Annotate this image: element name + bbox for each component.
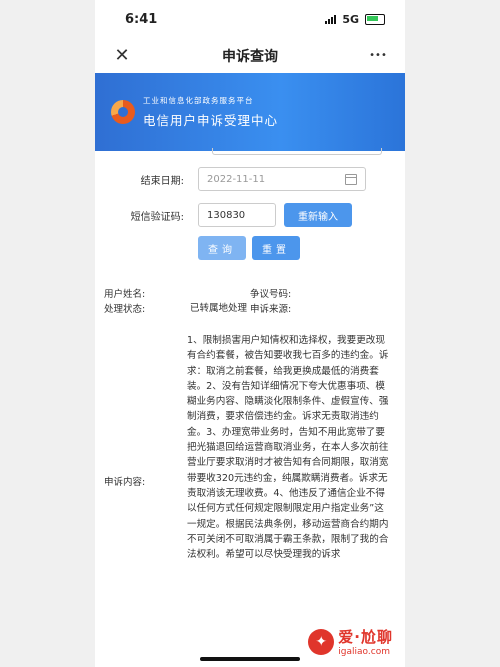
status-indicators: 5G <box>325 13 385 26</box>
watermark-logo-icon: ✦ <box>308 628 335 655</box>
user-name-label: 用户姓名: <box>104 289 146 300</box>
header-banner: 工业和信息化部政务服务平台 电信用户申诉受理中心 <box>95 73 405 151</box>
start-date-field-edge[interactable] <box>212 148 382 155</box>
banner-subtitle: 工业和信息化部政务服务平台 <box>143 96 254 105</box>
banner-text: 工业和信息化部政务服务平台 电信用户申诉受理中心 <box>143 95 278 129</box>
source-label: 申诉来源: <box>250 304 292 315</box>
nav-bar: ✕ 申诉查询 ••• <box>95 38 405 73</box>
status-time: 6:41 <box>125 11 158 27</box>
sms-code-row: 短信验证码: 130830 重新输入 <box>95 198 405 232</box>
ministry-logo <box>111 100 135 124</box>
calendar-icon[interactable] <box>345 173 357 185</box>
end-date-row: 结束日期: 2022-11-11 <box>95 162 405 196</box>
query-form: 结束日期: 2022-11-11 短信验证码: 130830 重新输入 查询 重… <box>95 148 405 260</box>
phone-screen: 6:41 5G ✕ 申诉查询 ••• 工业和信息化部政务服务平台 电信用户申诉受… <box>95 0 405 667</box>
content-label: 申诉内容: <box>104 477 146 488</box>
watermark-text: 爱·尬聊 igaliao.com <box>338 626 393 657</box>
sms-code-label: 短信验证码: <box>130 211 184 223</box>
close-icon[interactable]: ✕ <box>109 43 135 69</box>
banner-title: 电信用户申诉受理中心 <box>143 113 279 128</box>
status-value: 已转属地处理 <box>190 303 248 314</box>
end-date-placeholder: 2022-11-11 <box>207 173 266 185</box>
watermark-url: igaliao.com <box>338 647 390 657</box>
page-title: 申诉查询 <box>222 48 278 65</box>
site-watermark: ✦ 爱·尬聊 igaliao.com <box>308 626 393 657</box>
status-label: 处理状态: <box>104 304 146 315</box>
watermark-title: 爱·尬聊 <box>338 628 393 646</box>
end-date-input[interactable]: 2022-11-11 <box>198 167 366 191</box>
sms-code-value: 130830 <box>207 209 246 221</box>
complaint-content: 1、限制损害用户知情权和选择权，我要更改现有合约套餐，被告知要收我七百多的违约金… <box>187 335 389 561</box>
dispute-number-label: 争议号码: <box>250 289 292 300</box>
query-button[interactable]: 查询 <box>198 236 246 260</box>
network-label: 5G <box>342 12 359 26</box>
reenter-button[interactable]: 重新输入 <box>284 203 352 227</box>
form-actions: 查询 重置 <box>95 236 405 260</box>
sms-code-input[interactable]: 130830 <box>198 203 276 227</box>
home-indicator[interactable] <box>200 657 300 661</box>
battery-icon <box>365 13 385 25</box>
status-bar: 6:41 5G <box>95 0 405 38</box>
signal-icon <box>325 14 337 24</box>
end-date-label: 结束日期: <box>140 175 184 187</box>
reset-button[interactable]: 重置 <box>252 236 300 260</box>
more-icon[interactable]: ••• <box>365 43 391 69</box>
